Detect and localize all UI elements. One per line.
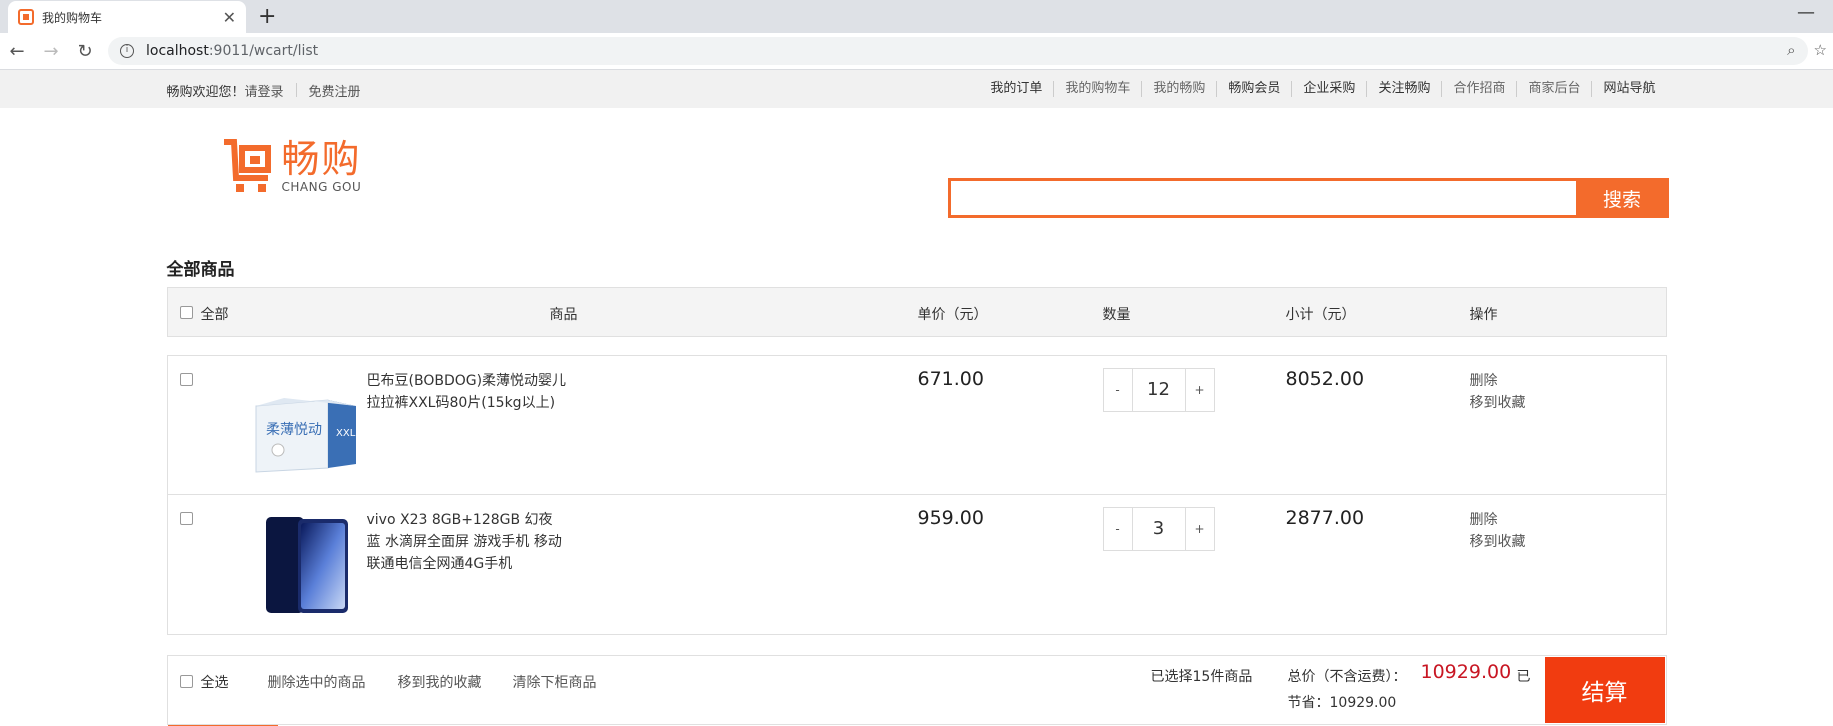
cart-item-row: 柔薄悦动 XXL 巴布豆(BOBDOG)柔薄悦动婴儿拉拉裤XXL码80片(15k… [167,356,1666,495]
url-path: :9011/wcart/list [208,43,319,59]
delete-link[interactable]: 删除 [1470,509,1526,531]
move-to-favorites-link[interactable]: 移到收藏 [1470,392,1526,414]
back-arrow-icon[interactable]: ← [0,41,34,62]
bookmark-star-icon[interactable]: ☆ [1814,41,1827,59]
nav-merchant[interactable]: 商家后台 [1516,81,1591,97]
item-checkbox[interactable] [179,373,193,386]
unit-price: 671.00 [917,368,984,390]
search-input[interactable] [947,178,1576,218]
delete-selected-link[interactable]: 删除选中的商品 [268,672,366,692]
item-operations: 删除 移到收藏 [1470,370,1526,414]
address-bar-row: ← → ↻ i localhost:9011/wcart/list ⌕ ☆ [0,33,1833,70]
move-to-favorites-link[interactable]: 移到收藏 [1470,531,1526,553]
checkout-button[interactable]: 结算 [1544,657,1665,723]
welcome-text: 畅购欢迎您！ [166,85,245,100]
svg-text:XXL: XXL [336,428,356,439]
nav-my-cart[interactable]: 我的购物车 [1053,81,1141,97]
zoom-icon[interactable]: ⌕ [1787,41,1795,59]
tab-title: 我的购物车 [42,10,103,25]
select-all-checkbox-header[interactable] [179,306,193,319]
nav-my-changgou[interactable]: 我的畅购 [1141,81,1216,97]
nav-follow[interactable]: 关注畅购 [1366,81,1441,97]
header-subtotal: 小计（元） [1285,307,1356,323]
search-box: 搜索 [947,178,1669,218]
quantity-stepper: - 3 + [1102,507,1215,551]
select-all-checkbox-footer[interactable] [179,675,193,688]
welcome-area: 畅购欢迎您！ 请登录 免费注册 [167,81,361,100]
cart-logo-icon [223,139,271,192]
subtotal: 2877.00 [1285,507,1365,529]
nav-enterprise[interactable]: 企业采购 [1291,81,1366,97]
clear-removed-link[interactable]: 清除下柜商品 [513,672,597,692]
cart-table-header: 全部 商品 单价（元） 数量 小计（元） 操作 [166,287,1667,337]
new-tab-icon[interactable]: + [258,4,276,29]
cart-items: 柔薄悦动 XXL 巴布豆(BOBDOG)柔薄悦动婴儿拉拉裤XXL码80片(15k… [166,355,1667,635]
logo-english: CHANG GOU [281,180,362,194]
favicon-icon [18,9,34,25]
url-bar[interactable]: i localhost:9011/wcart/list [108,37,1808,65]
header-price: 单价（元） [917,307,988,323]
subtotal: 8052.00 [1285,368,1365,390]
unit-price: 959.00 [917,507,984,529]
phone-image [265,517,348,613]
site-info-icon[interactable]: i [120,44,134,58]
select-all-label: 全选 [200,675,229,691]
cart-section: 全部商品 全部 商品 单价（元） 数量 小计（元） 操作 柔薄悦动 XXL 巴布… [166,255,1667,726]
browser-tab-strip: 我的购物车 ✕ + — [0,0,1833,33]
register-link[interactable]: 免费注册 [309,81,361,100]
nav-membership[interactable]: 畅购会员 [1216,81,1291,97]
quantity-stepper: - 12 + [1102,368,1215,412]
move-to-favorites-all-link[interactable]: 移到我的收藏 [398,672,482,692]
cart-footer: 全选 删除选中的商品 移到我的收藏 清除下柜商品 已选择15件商品 总价（不含运… [166,655,1667,726]
svg-text:柔薄悦动: 柔薄悦动 [266,422,322,438]
site-header: 畅购 CHANG GOU 搜索 [167,108,1669,258]
product-name[interactable]: 巴布豆(BOBDOG)柔薄悦动婴儿拉拉裤XXL码80片(15kg以上) [367,370,567,414]
header-ops: 操作 [1469,307,1498,323]
site-top-bar: 畅购欢迎您！ 请登录 免费注册 我的订单 我的购物车 我的畅购 畅购会员 企业采… [0,70,1833,108]
total-price: 10929.00 [1420,661,1512,683]
selected-count: 已选择15件商品 [1150,669,1253,685]
item-checkbox[interactable] [179,512,193,525]
decrease-qty-button[interactable]: - [1104,508,1132,550]
nav-partner[interactable]: 合作招商 [1441,81,1516,97]
saved-prefix: 已 [1516,669,1531,685]
browser-tab[interactable]: 我的购物车 ✕ [8,1,246,33]
reload-icon[interactable]: ↻ [68,41,102,62]
quantity-value[interactable]: 3 [1131,508,1186,550]
diaper-box-image: 柔薄悦动 XXL [255,398,356,473]
quantity-value[interactable]: 12 [1131,369,1186,411]
nav-my-orders[interactable]: 我的订单 [979,81,1053,97]
forward-arrow-icon[interactable]: → [34,41,68,62]
divider [295,83,297,97]
header-all: 全部 [200,307,229,323]
increase-qty-button[interactable]: + [1186,369,1214,411]
header-qty: 数量 [1102,307,1131,323]
search-button[interactable]: 搜索 [1575,178,1669,218]
cart-title: 全部商品 [166,260,235,280]
cart-item-row: vivo X23 8GB+128GB 幻夜蓝 水滴屏全面屏 游戏手机 移动联通电… [168,495,1666,634]
nav-site-map[interactable]: 网站导航 [1591,81,1666,97]
login-link[interactable]: 请登录 [245,81,284,100]
product-name[interactable]: vivo X23 8GB+128GB 幻夜蓝 水滴屏全面屏 游戏手机 移动联通电… [367,509,567,575]
header-product: 商品 [549,307,578,323]
top-nav: 我的订单 我的购物车 我的畅购 畅购会员 企业采购 关注畅购 合作招商 商家后台… [979,81,1666,97]
total-label: 总价（不含运费）： [1287,669,1407,685]
item-operations: 删除 移到收藏 [1470,509,1526,553]
url-host: localhost [146,43,209,59]
minimize-window-icon[interactable]: — [1797,2,1815,23]
site-logo[interactable]: 畅购 CHANG GOU [222,138,362,196]
close-tab-icon[interactable]: ✕ [223,8,236,27]
increase-qty-button[interactable]: + [1186,508,1214,550]
delete-link[interactable]: 删除 [1470,370,1526,392]
saved-amount: 节省：10929.00 [1287,695,1397,711]
decrease-qty-button[interactable]: - [1104,369,1132,411]
logo-chinese: 畅购 [281,137,362,181]
